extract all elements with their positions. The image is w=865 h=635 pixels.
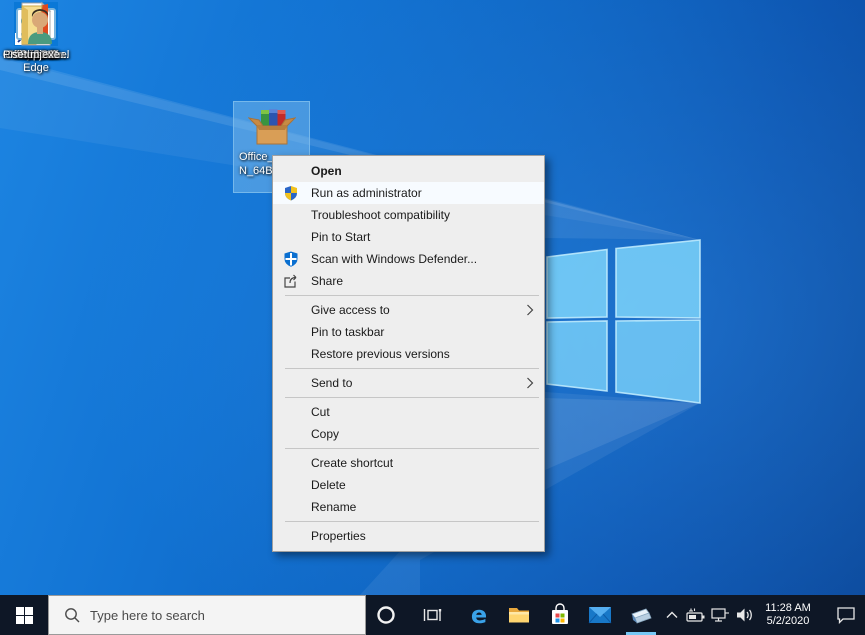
menu-item-create-shortcut[interactable]: Create shortcut: [273, 452, 544, 474]
share-icon: [283, 273, 299, 289]
desktop-icon-mj-user-folder[interactable]: mj: [0, 0, 72, 62]
menu-item-run-as-administrator[interactable]: Run as administrator: [273, 182, 544, 204]
chevron-up-icon: [665, 610, 679, 620]
taskbar: Type here to search e: [0, 595, 865, 635]
menu-separator: [285, 368, 539, 369]
menu-item-give-access-to[interactable]: Give access to: [273, 299, 544, 321]
taskbar-edge-button[interactable]: e: [462, 595, 496, 635]
menu-separator: [285, 397, 539, 398]
icon-label: mj: [30, 49, 42, 62]
svg-text:e: e: [471, 602, 487, 628]
installer-app-icon: [628, 602, 654, 628]
action-center-icon: [836, 606, 856, 624]
menu-item-send-to[interactable]: Send to: [273, 372, 544, 394]
tray-network-icon[interactable]: [708, 595, 732, 635]
microsoft-store-icon: [548, 603, 572, 627]
clock-date: 5/2/2020: [758, 615, 818, 628]
tray-show-hidden-icons-button[interactable]: [660, 595, 684, 635]
file-explorer-icon: [507, 603, 531, 627]
battery-charging-icon: [686, 607, 706, 623]
search-placeholder: Type here to search: [90, 608, 205, 623]
windows-defender-icon: [283, 251, 299, 267]
menu-item-restore-previous-versions[interactable]: Restore previous versions: [273, 343, 544, 365]
menu-separator: [285, 295, 539, 296]
taskbar-store-button[interactable]: [543, 595, 577, 635]
submenu-arrow-icon: [526, 304, 534, 316]
taskbar-mail-button[interactable]: [583, 595, 617, 635]
user-folder-icon: [12, 0, 60, 48]
ethernet-network-icon: [710, 607, 730, 623]
menu-item-cut[interactable]: Cut: [273, 401, 544, 423]
winrar-archive-icon: [248, 102, 296, 150]
cortana-button[interactable]: [368, 595, 404, 635]
submenu-arrow-icon: [526, 377, 534, 389]
tray-clock[interactable]: 11:28 AM 5/2/2020: [758, 595, 818, 635]
task-view-icon: [422, 605, 442, 625]
menu-item-rename[interactable]: Rename: [273, 496, 544, 518]
cortana-icon: [376, 605, 396, 625]
menu-item-share[interactable]: Share: [273, 270, 544, 292]
task-view-button[interactable]: [414, 595, 450, 635]
menu-item-scan-with-windows-defender[interactable]: Scan with Windows Defender...: [273, 248, 544, 270]
menu-item-copy[interactable]: Copy: [273, 423, 544, 445]
menu-separator: [285, 521, 539, 522]
menu-item-open[interactable]: Open: [273, 160, 544, 182]
windows-desktop-screen: Recycle Bin This PC Office: [0, 0, 865, 635]
search-icon: [63, 606, 81, 624]
taskbar-running-installer-button[interactable]: [624, 595, 658, 635]
taskbar-search-input[interactable]: Type here to search: [48, 595, 366, 635]
menu-item-delete[interactable]: Delete: [273, 474, 544, 496]
action-center-button[interactable]: [826, 595, 865, 635]
menu-item-properties[interactable]: Properties: [273, 525, 544, 547]
start-button[interactable]: [0, 595, 48, 635]
mail-icon: [587, 602, 613, 628]
edge-icon: e: [466, 602, 492, 628]
archive-label-line1: Office_: [234, 151, 274, 164]
clock-time: 11:28 AM: [758, 602, 818, 615]
windows-start-icon: [16, 607, 33, 624]
taskbar-file-explorer-button[interactable]: [502, 595, 536, 635]
tray-battery-icon[interactable]: [684, 595, 708, 635]
context-menu: Open Run as administrator Troubleshoot c…: [272, 155, 545, 552]
tray-volume-icon[interactable]: [732, 595, 758, 635]
menu-item-pin-to-taskbar[interactable]: Pin to taskbar: [273, 321, 544, 343]
archive-label-line2: N_64B: [234, 165, 273, 178]
menu-separator: [285, 448, 539, 449]
uac-shield-icon: [283, 185, 299, 201]
menu-item-troubleshoot-compatibility[interactable]: Troubleshoot compatibility: [273, 204, 544, 226]
menu-item-pin-to-start[interactable]: Pin to Start: [273, 226, 544, 248]
speaker-icon: [735, 607, 755, 623]
